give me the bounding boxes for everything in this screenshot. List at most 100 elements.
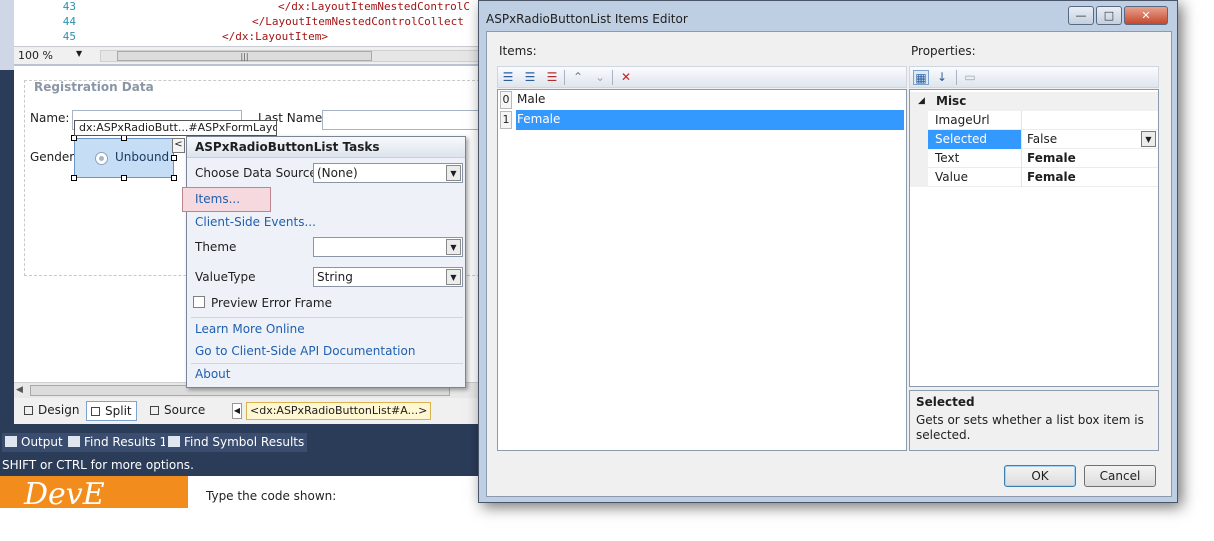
radio-icon	[95, 152, 108, 165]
tab-design[interactable]: Design	[20, 401, 83, 421]
list-item[interactable]: 0 Male	[498, 90, 906, 110]
status-bar: SHIFT or CTRL for more options.	[0, 454, 480, 476]
tasks-title: ASPxRadioButtonList Tasks	[187, 137, 465, 158]
find-symbol-icon	[168, 436, 180, 447]
sort-alphabetical-icon[interactable]: ↓	[934, 70, 950, 85]
output-icon	[5, 436, 17, 447]
items-link[interactable]: Items...	[182, 187, 271, 212]
property-row-imageurl[interactable]: ImageUrl	[910, 111, 1158, 130]
property-value[interactable]	[1023, 111, 1158, 130]
data-source-value: (None)	[317, 166, 358, 180]
chevron-down-icon[interactable]: ▼	[76, 49, 82, 58]
tool-window-tabs: Output Find Results 1 Find Symbol Result…	[0, 431, 480, 453]
tab-label: Find Results 1	[84, 435, 168, 449]
last-name-input[interactable]	[322, 110, 480, 130]
category-misc[interactable]: ◢ Misc	[910, 92, 1158, 111]
property-value[interactable]: False ▼	[1023, 130, 1158, 149]
resize-handle[interactable]	[171, 175, 177, 181]
tab-source[interactable]: Source	[146, 401, 209, 421]
value-type-select[interactable]: String ▼	[313, 267, 463, 287]
items-editor-dialog: ASPxRadioButtonList Items Editor — □ ✕ I…	[478, 0, 1178, 503]
maximize-button[interactable]: □	[1096, 6, 1122, 25]
chevron-down-icon[interactable]: ▼	[446, 269, 461, 285]
ok-button[interactable]: OK	[1004, 465, 1076, 487]
line-number: 43	[62, 0, 76, 13]
smart-tag-button[interactable]: <	[172, 138, 185, 153]
property-name: ImageUrl	[928, 111, 1022, 130]
separator	[956, 70, 957, 85]
data-source-select[interactable]: (None) ▼	[313, 163, 463, 183]
horizontal-scrollbar[interactable]: |||	[100, 50, 480, 62]
learn-more-link[interactable]: Learn More Online	[195, 322, 305, 336]
move-up-icon[interactable]: ⌃	[570, 70, 586, 85]
preview-error-frame-checkbox[interactable]	[193, 296, 205, 308]
property-name: Value	[928, 168, 1022, 187]
chevron-down-icon[interactable]: ▼	[446, 239, 461, 255]
resize-handle[interactable]	[121, 175, 127, 181]
close-icon: ✕	[1141, 9, 1151, 22]
resize-handle[interactable]	[71, 175, 77, 181]
cancel-button[interactable]: Cancel	[1084, 465, 1156, 487]
property-pages-icon[interactable]: ▭	[962, 70, 978, 85]
property-grid[interactable]: ◢ Misc ImageUrl Selected False ▼ Text Fem…	[909, 89, 1159, 387]
tab-label: Source	[164, 403, 206, 417]
theme-select[interactable]: ▼	[313, 237, 463, 257]
source-icon	[150, 406, 159, 415]
insert-item-icon[interactable]: ☰	[522, 70, 538, 85]
devexpress-logo: DevE	[0, 476, 188, 508]
property-row-value[interactable]: Value Female	[910, 168, 1158, 187]
zoom-level[interactable]: 100 %	[18, 49, 53, 62]
about-link[interactable]: About	[195, 367, 230, 381]
tab-label: Output	[21, 435, 63, 449]
category-label: Misc	[936, 94, 967, 108]
split-icon	[91, 407, 100, 416]
value-type-value: String	[317, 270, 353, 284]
radio-button-list-control[interactable]: Unbound	[74, 138, 174, 178]
scrollbar-thumb[interactable]: |||	[117, 51, 372, 61]
property-row-selected[interactable]: Selected False ▼	[910, 130, 1158, 149]
item-text: Female	[516, 110, 904, 130]
code-text: </LayoutItemNestedControlCollect	[252, 15, 464, 28]
tab-find-symbol-results[interactable]: Find Symbol Results	[165, 433, 308, 452]
clear-items-icon[interactable]: ✕	[618, 70, 634, 85]
api-documentation-link[interactable]: Go to Client-Side API Documentation	[195, 344, 415, 358]
item-text: Male	[517, 92, 546, 106]
move-down-icon[interactable]: ⌄	[592, 70, 608, 85]
code-editor[interactable]: 43 </dx:LayoutItemNestedControlC 44 </La…	[14, 0, 480, 46]
property-value[interactable]: Female	[1023, 149, 1158, 168]
description-title: Selected	[916, 395, 975, 409]
property-row-text[interactable]: Text Female	[910, 149, 1158, 168]
name-label: Name:	[30, 111, 70, 125]
tab-output[interactable]: Output	[2, 433, 66, 452]
client-side-events-link[interactable]: Client-Side Events...	[195, 215, 316, 229]
items-list[interactable]: 0 Male 1 Female	[497, 89, 907, 451]
scroll-left-icon[interactable]: ◀	[16, 383, 23, 398]
value-type-label: ValueType	[195, 270, 256, 284]
tab-split[interactable]: Split	[86, 401, 137, 421]
choose-data-source-label: Choose Data Source:	[195, 166, 321, 180]
chevron-down-icon[interactable]: ▼	[1141, 131, 1156, 147]
chevron-down-icon[interactable]: ▼	[446, 165, 461, 181]
remove-item-icon[interactable]: ☰	[544, 70, 560, 85]
gender-label: Gender:	[30, 150, 79, 164]
resize-handle[interactable]	[171, 155, 177, 161]
minimize-button[interactable]: —	[1068, 6, 1094, 25]
tasks-panel: ASPxRadioButtonList Tasks Choose Data So…	[182, 136, 466, 388]
row-margin	[910, 168, 928, 187]
code-margin	[0, 0, 14, 70]
separator	[191, 363, 463, 364]
close-button[interactable]: ✕	[1124, 6, 1168, 25]
chevron-left-icon[interactable]: ◀	[232, 403, 242, 419]
property-name: Text	[928, 149, 1022, 168]
property-description: Selected Gets or sets whether a list box…	[909, 390, 1159, 451]
collapse-icon[interactable]: ◢	[918, 92, 925, 111]
tag-path-button[interactable]: <dx:ASPxRadioButtonList#A...>	[246, 402, 432, 420]
tab-find-results[interactable]: Find Results 1	[65, 433, 171, 452]
code-text: </dx:LayoutItemNestedControlC	[278, 0, 471, 13]
find-results-icon	[68, 436, 80, 447]
categorized-icon[interactable]: ▦	[913, 70, 929, 85]
list-item[interactable]: 1 Female	[498, 110, 906, 130]
property-value[interactable]: Female	[1023, 168, 1158, 187]
property-value-text: False	[1027, 132, 1058, 146]
add-item-icon[interactable]: ☰	[500, 70, 516, 85]
